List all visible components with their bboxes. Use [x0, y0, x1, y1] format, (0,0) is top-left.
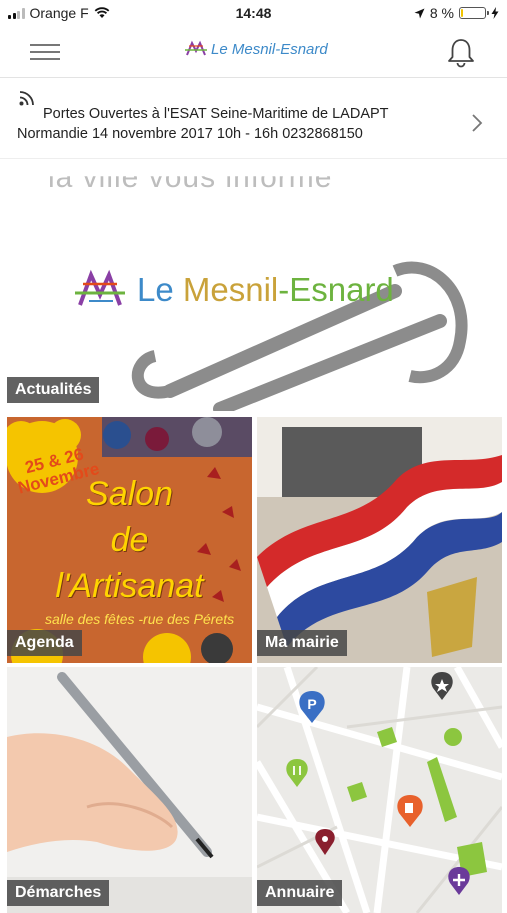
- news-ticker[interactable]: Portes Ouvertes à l'ESAT Seine-Maritime …: [0, 79, 507, 159]
- tile-demarches[interactable]: Démarches: [7, 667, 252, 913]
- banner-logo-part-1: Le: [137, 271, 183, 308]
- chevron-right-icon[interactable]: [470, 113, 484, 133]
- battery-percent: 8 %: [429, 5, 454, 21]
- section-label-demarches: Démarches: [7, 880, 110, 906]
- tile-annuaire[interactable]: P Annuaire: [257, 667, 502, 913]
- battery-icon: [459, 7, 489, 19]
- section-label-actualites: Actualités: [7, 377, 100, 403]
- town-emblem-icon: [75, 269, 125, 306]
- news-banner[interactable]: la ville vous informe Le Mesnil-Esnard A…: [0, 159, 507, 411]
- notifications-bell-icon[interactable]: [444, 36, 478, 70]
- banner-logo-part-3: -Esnard: [278, 271, 394, 308]
- town-emblem-icon: [185, 40, 207, 56]
- banner-watermark-text: la ville vous informe: [48, 161, 333, 194]
- app-logo-text: Le Mesnil-Esnard: [211, 40, 328, 58]
- section-label-ma-mairie: Ma mairie: [257, 630, 347, 656]
- ticker-line-1: Portes Ouvertes à l'ESAT Seine-Maritime …: [43, 106, 389, 122]
- charging-bolt-icon: [491, 7, 499, 19]
- tile-agenda[interactable]: 25 & 26 Novembre Salon de l'Artisanat sal…: [7, 417, 252, 663]
- banner-logo-part-2: Mesnil: [182, 271, 279, 308]
- banner-logo: Le Mesnil-Esnard: [75, 269, 394, 311]
- status-right: 8 %: [414, 5, 499, 21]
- section-label-agenda: Agenda: [7, 630, 82, 656]
- section-label-annuaire: Annuaire: [257, 880, 343, 906]
- menu-icon[interactable]: [30, 44, 60, 62]
- ticker-message: Portes Ouvertes à l'ESAT Seine-Maritime …: [17, 104, 457, 144]
- hand-writing-photo: [7, 667, 252, 913]
- tricolor-sash-photo: [257, 417, 502, 663]
- poster-title-line-2: de: [110, 521, 149, 559]
- status-bar: Orange F 14:48 8 %: [0, 0, 507, 28]
- svg-text:P: P: [307, 696, 316, 712]
- banner-logo-text: Le Mesnil-Esnard: [137, 271, 394, 309]
- location-arrow-icon: [414, 8, 425, 18]
- ticker-line-2: Normandie 14 novembre 2017 10h - 16h 023…: [17, 126, 363, 142]
- poster-title-line-1: Salon: [86, 475, 173, 513]
- tile-ma-mairie[interactable]: Ma mairie: [257, 417, 502, 663]
- poster-title-line-3: l'Artisanat: [55, 567, 204, 605]
- app-header: Le Mesnil-Esnard: [0, 28, 507, 78]
- city-map-illustration: P: [257, 667, 502, 913]
- app-logo: Le Mesnil-Esnard: [185, 40, 328, 58]
- poster-venue: salle des fêtes -rue des Pérets: [45, 611, 235, 627]
